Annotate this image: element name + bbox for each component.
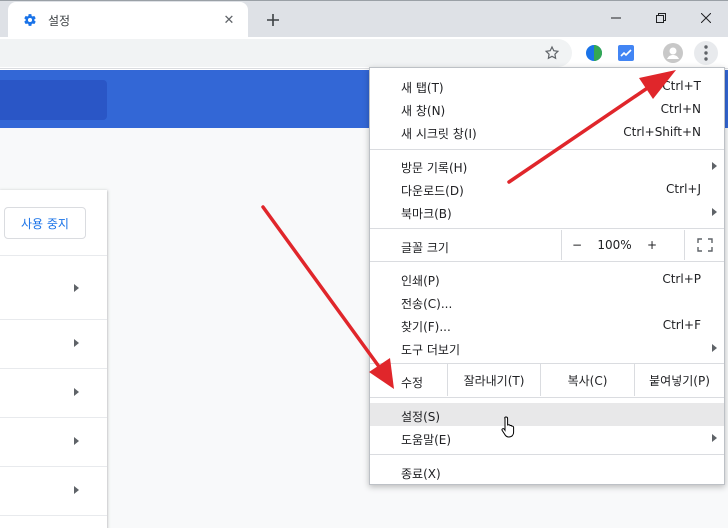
zoom-in-button[interactable]: + xyxy=(637,230,667,260)
minimize-icon[interactable] xyxy=(593,1,638,34)
mouse-pointer-icon xyxy=(501,416,517,441)
menu-item-help[interactable]: 도움말(E) xyxy=(370,426,724,449)
chevron-right-icon xyxy=(74,388,79,396)
chevron-right-icon xyxy=(74,486,79,494)
title-bar: 설정 ✕ xyxy=(0,0,728,38)
extension-icon[interactable] xyxy=(582,41,606,65)
list-item[interactable] xyxy=(0,467,107,516)
chevron-right-icon xyxy=(74,339,79,347)
card-header: 사용 중지 xyxy=(0,190,107,256)
window-controls xyxy=(593,1,728,34)
menu-divider xyxy=(370,454,724,455)
zoom-out-button[interactable]: − xyxy=(562,230,592,260)
menu-divider xyxy=(370,149,724,150)
menu-item-downloads[interactable]: 다운로드(D) Ctrl+J xyxy=(370,177,724,200)
menu-item-print[interactable]: 인쇄(P) Ctrl+P xyxy=(370,267,724,290)
cut-button[interactable]: 잘라내기(T) xyxy=(448,364,540,396)
edit-row: 수정 잘라내기(T) 복사(C) 붙여넣기(P) xyxy=(370,364,724,396)
menu-item-new-tab[interactable]: 새 탭(T) Ctrl+T xyxy=(370,74,724,97)
tab-settings[interactable]: 설정 ✕ xyxy=(8,2,248,38)
chevron-right-icon xyxy=(74,437,79,445)
submenu-arrow-icon xyxy=(712,162,717,170)
list-item[interactable] xyxy=(0,320,107,369)
menu-item-exit[interactable]: 종료(X) xyxy=(370,460,724,483)
chart-extension-icon[interactable] xyxy=(614,41,638,65)
menu-divider xyxy=(370,397,724,398)
settings-card: 사용 중지 xyxy=(0,190,107,528)
menu-item-bookmarks[interactable]: 북마크(B) xyxy=(370,200,724,223)
list-item[interactable] xyxy=(0,418,107,467)
star-icon[interactable] xyxy=(540,41,564,65)
tab-title: 설정 xyxy=(48,13,71,28)
chrome-menu: 새 탭(T) Ctrl+T 새 창(N) Ctrl+N 새 시크릿 창(I) C… xyxy=(369,67,725,485)
window-close-icon[interactable] xyxy=(683,1,728,34)
list-item[interactable] xyxy=(0,256,107,320)
copy-button[interactable]: 복사(C) xyxy=(541,364,634,396)
zoom-label: 글꼴 크기 xyxy=(401,241,449,255)
settings-search-box[interactable] xyxy=(0,80,107,120)
toolbar xyxy=(0,37,728,69)
menu-item-new-window[interactable]: 새 창(N) Ctrl+N xyxy=(370,97,724,120)
submenu-arrow-icon xyxy=(712,434,717,442)
list-item[interactable] xyxy=(0,369,107,418)
address-bar[interactable] xyxy=(0,39,572,67)
chevron-right-icon xyxy=(74,284,79,292)
close-icon[interactable]: ✕ xyxy=(220,11,238,29)
menu-item-cast[interactable]: 전송(C)... xyxy=(370,290,724,313)
more-vert-icon[interactable] xyxy=(694,41,718,65)
restore-icon[interactable] xyxy=(638,1,683,34)
plus-icon[interactable] xyxy=(262,9,284,31)
profile-avatar-icon[interactable] xyxy=(661,41,685,65)
edit-label: 수정 xyxy=(401,376,424,390)
menu-item-history[interactable]: 방문 기록(H) xyxy=(370,154,724,177)
submenu-arrow-icon xyxy=(712,208,717,216)
menu-item-settings[interactable]: 설정(S) xyxy=(370,403,724,426)
stop-button[interactable]: 사용 중지 xyxy=(4,207,86,239)
menu-item-more-tools[interactable]: 도구 더보기 xyxy=(370,336,724,359)
menu-item-incognito[interactable]: 새 시크릿 창(I) Ctrl+Shift+N xyxy=(370,120,724,143)
paste-button[interactable]: 붙여넣기(P) xyxy=(635,364,724,396)
zoom-value: 100% xyxy=(597,238,632,252)
fullscreen-icon[interactable] xyxy=(685,230,724,260)
zoom-row: 글꼴 크기 − 100% + xyxy=(370,230,724,260)
menu-divider xyxy=(370,261,724,262)
submenu-arrow-icon xyxy=(712,344,717,352)
settings-gear-icon xyxy=(22,12,38,28)
menu-divider xyxy=(370,228,724,229)
menu-item-find[interactable]: 찾기(F)... Ctrl+F xyxy=(370,313,724,336)
